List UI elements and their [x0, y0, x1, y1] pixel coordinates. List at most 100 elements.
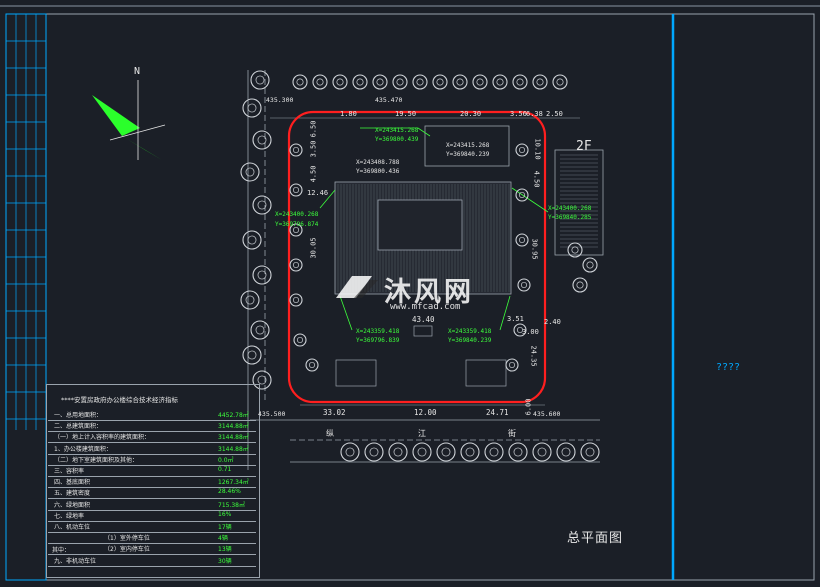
coord-3-x: X=243408.788: [356, 159, 400, 166]
coord-7-x: X=243359.418: [448, 328, 492, 335]
table-row: 九、非机动车位 30辆: [48, 556, 256, 567]
tree-symbol: [292, 74, 308, 90]
tree-symbol: [436, 442, 456, 462]
tree-symbol: [250, 320, 270, 340]
coord-5-y: Y=369796.874: [275, 221, 319, 228]
tree-symbol: [412, 442, 432, 462]
table-row-label: （1）室外停车位: [104, 535, 150, 543]
coord-1-x: X=243415.268: [375, 127, 419, 134]
tree-symbol: [252, 130, 272, 150]
tree-symbol: [289, 293, 303, 307]
table-row-value: 4辆: [218, 535, 228, 543]
parking-left: [335, 359, 377, 387]
tree-symbol: [515, 233, 529, 247]
tree-symbol-inner: [257, 135, 267, 145]
tree-symbol: [392, 74, 408, 90]
table-row-label: 1、办公楼建筑面积：: [54, 445, 112, 453]
dim-bottom-4: 6.00: [524, 398, 533, 416]
tree-symbol: [460, 442, 480, 462]
parking-right: [465, 359, 507, 387]
tree-symbol-inner: [586, 261, 594, 269]
tree-symbol-inner: [292, 226, 300, 234]
tree-symbol: [250, 70, 270, 90]
dim-bottom-3: 24.71: [486, 408, 509, 417]
tree-symbol-inner: [456, 78, 464, 86]
coord-1-y: Y=369800.439: [375, 136, 419, 143]
right-panel-text: ????: [716, 362, 741, 373]
road-label-3: 街: [508, 429, 516, 438]
tree-symbol: [580, 442, 600, 462]
dim-left-5: 30.05: [309, 237, 318, 259]
table-row-value: 3144.88㎡: [218, 434, 249, 442]
table-row-value: 28.46%: [218, 488, 241, 496]
dim-top-6: 2.50: [546, 110, 563, 118]
coord-7-y: Y=369840.239: [448, 337, 492, 344]
table-row: （一）地上计入容积率的建筑面积： 3144.88㎡: [48, 432, 256, 444]
tree-symbol-inner: [255, 75, 265, 85]
dim-top-2: 19.50: [395, 110, 417, 118]
coord-2-x: X=243415.268: [446, 142, 490, 149]
roof-center-block: [377, 199, 463, 251]
tree-symbol-inner: [292, 186, 300, 194]
tree-symbol-inner: [518, 146, 526, 154]
tree-symbol: [388, 442, 408, 462]
table-row: 五、建筑密度 28.46%: [48, 488, 256, 500]
tree-symbol: [452, 74, 468, 90]
elevation-3: 435.500: [258, 410, 286, 418]
table-row-value: 715.38㎡: [218, 501, 245, 509]
elevation-1: 435.300: [266, 96, 294, 104]
table-row-value: 30辆: [218, 557, 232, 565]
watermark-url: www.mfcad.com: [390, 302, 461, 312]
dim-top-1: 1.80: [340, 110, 357, 118]
tree-symbol: [412, 74, 428, 90]
tree-symbol: [556, 442, 576, 462]
tree-symbol: [293, 333, 307, 347]
coord-6-x: X=243359.418: [356, 328, 400, 335]
table-row: 1、办公楼建筑面积： 3144.88㎡: [48, 444, 256, 455]
tree-symbol-inner: [520, 281, 528, 289]
table-row: 七、绿地率 16%: [48, 511, 256, 522]
tree-symbol-inner: [345, 447, 355, 457]
tree-symbol-inner: [496, 78, 504, 86]
tree-symbol: [532, 442, 552, 462]
tree-symbol: [289, 183, 303, 197]
tree-symbol: [340, 442, 360, 462]
table-row: 一、总用地面积： 4452.78㎡: [48, 410, 256, 421]
elevation-2: 435.470: [375, 96, 403, 104]
dim-top-3: 20.30: [460, 110, 482, 118]
cad-viewport[interactable]: ****安置房政府办公楼综合技术经济指标 一、总用地面积： 4452.78㎡二、总…: [0, 0, 820, 587]
tree-symbol-inner: [292, 146, 300, 154]
tree-symbol-inner: [356, 78, 364, 86]
table-row-value: 13辆: [218, 546, 232, 554]
tree-symbol: [492, 74, 508, 90]
building-floor-label: 2F: [576, 139, 592, 154]
tree-symbol-inner: [247, 103, 257, 113]
tree-symbol-inner: [585, 447, 595, 457]
tree-symbol: [252, 195, 272, 215]
tree-symbol-inner: [576, 281, 584, 289]
table-row: （二）地下室建筑面积及其他： 0.0㎡: [48, 455, 256, 466]
tree-symbol: [552, 74, 568, 90]
coord-leader-4: [339, 295, 353, 331]
tree-symbol: [240, 162, 260, 182]
tree-symbol-inner: [296, 336, 304, 344]
table-row-label: 一、总用地面积：: [54, 412, 103, 419]
tree-symbol: [505, 358, 519, 372]
tree-symbol-inner: [376, 78, 384, 86]
tree-symbol-inner: [296, 78, 304, 86]
index-table-title: ****安置房政府办公楼综合技术经济指标: [61, 396, 178, 404]
dim-right-2: 4.50: [532, 170, 541, 188]
tree-symbol-inner: [336, 78, 344, 86]
tree-symbol-inner: [508, 361, 516, 369]
table-row-label: （2）室内停车位: [104, 546, 150, 554]
tree-symbol-inner: [257, 270, 267, 280]
table-row-label: （一）地上计入容积率的建筑面积：: [54, 434, 151, 442]
tree-symbol-inner: [417, 447, 427, 457]
table-row-label: 七、绿地率: [54, 512, 85, 520]
dim-right-3: 30.95: [530, 238, 539, 260]
coord-leader-5: [499, 295, 511, 331]
dim-bottom-2: 12.00: [414, 408, 437, 417]
table-row-label: 二、总建筑面积：: [54, 423, 103, 431]
tree-symbol: [305, 358, 319, 372]
tree-symbol-inner: [416, 78, 424, 86]
